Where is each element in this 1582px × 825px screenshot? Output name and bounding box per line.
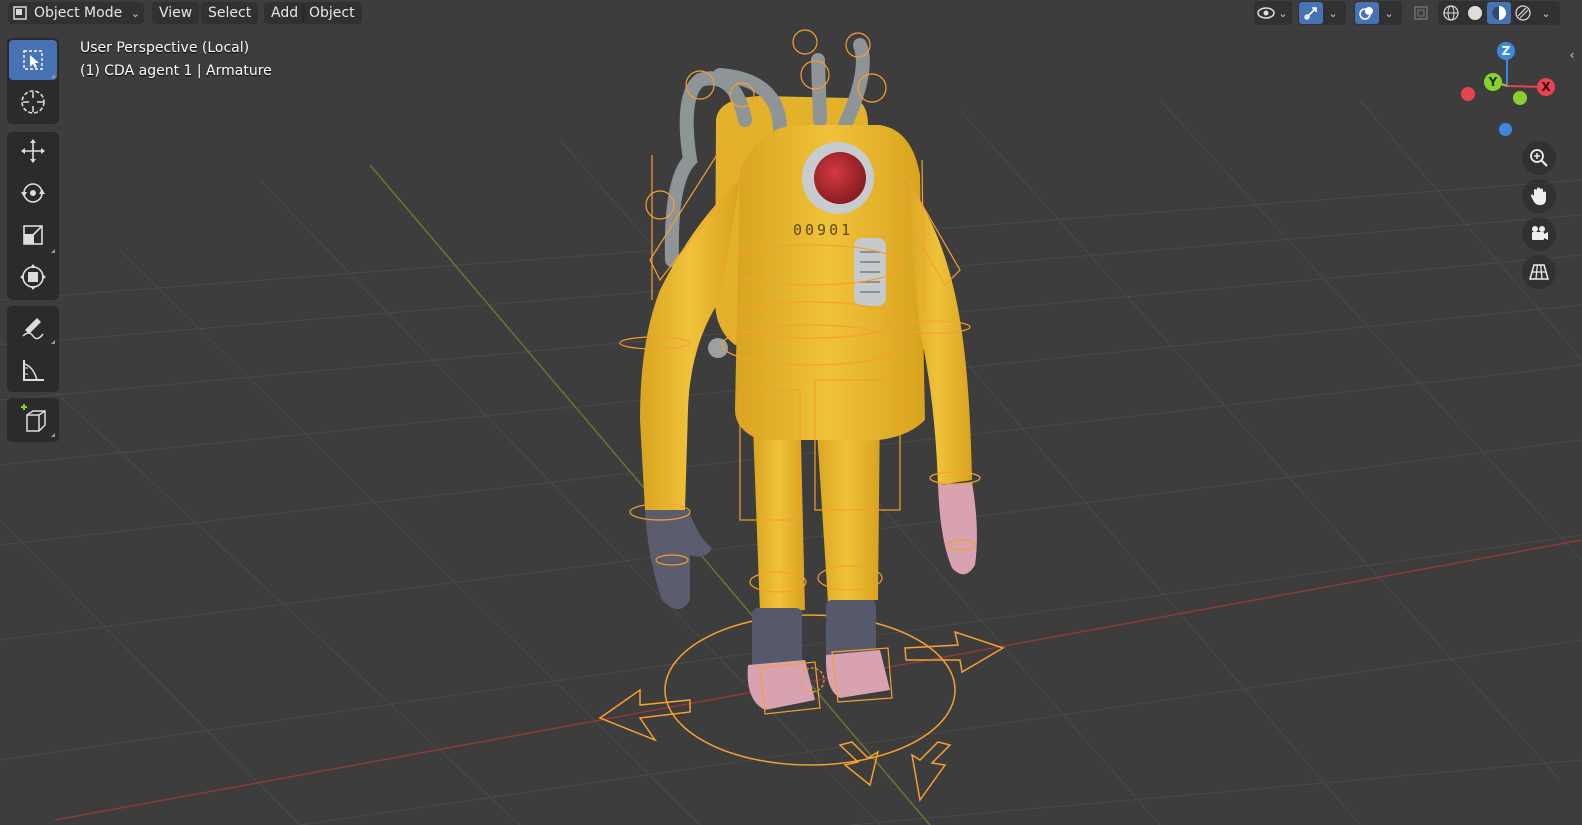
menu-select[interactable]: Select	[201, 2, 259, 24]
gizmo-x-axis[interactable]: X	[1537, 78, 1555, 96]
gizmo-toggle-icon[interactable]	[1299, 2, 1323, 24]
scale-tool[interactable]	[9, 215, 57, 255]
camera-icon	[1532, 226, 1548, 240]
x-axis-line	[54, 539, 1582, 821]
cursor-tool[interactable]	[9, 82, 57, 122]
object-mode-dropdown[interactable]: Object Mode ⌄	[8, 2, 144, 24]
solid-shading-icon[interactable]	[1464, 2, 1486, 24]
hand-icon	[1530, 187, 1546, 205]
chest-lens	[814, 152, 866, 204]
gizmo-z-axis[interactable]: Z	[1497, 42, 1515, 60]
add-cube-tool[interactable]	[9, 399, 57, 439]
right-hand	[938, 482, 977, 575]
tool-options-corner	[51, 249, 55, 253]
wireframe-shading-icon[interactable]	[1440, 2, 1462, 24]
right-foot	[825, 650, 890, 698]
move-tool[interactable]	[9, 131, 57, 171]
shading-chevron-icon[interactable]: ⌄	[1538, 2, 1554, 24]
chest-number: 00901	[793, 221, 853, 239]
side-valve	[708, 338, 728, 358]
camera-view-button[interactable]	[1522, 217, 1556, 251]
transform-tool[interactable]	[9, 257, 57, 297]
select-box-tool[interactable]	[9, 40, 57, 80]
left-foot	[747, 660, 815, 710]
cursor-icon	[21, 90, 45, 114]
gizmo-chevron-icon[interactable]: ⌄	[1326, 2, 1340, 24]
zoom-icon	[1530, 149, 1548, 167]
grid-perspective-icon	[1529, 264, 1549, 280]
tool-options-corner	[51, 340, 55, 344]
left-glove	[645, 510, 712, 609]
material-preview-icon[interactable]	[1487, 2, 1511, 24]
ruler-icon	[23, 360, 44, 381]
menu-object[interactable]: Object	[302, 2, 362, 24]
xray-toggle-icon[interactable]	[1410, 2, 1432, 24]
rotate-icon	[21, 183, 45, 203]
overlays-toggle-icon[interactable]	[1355, 2, 1379, 24]
rendered-shading-icon[interactable]	[1512, 2, 1534, 24]
scale-icon	[23, 225, 43, 245]
chevron-down-icon: ⌄	[130, 6, 140, 20]
rotate-tool[interactable]	[9, 173, 57, 213]
object-info-label: (1) CDA agent 1 | Armature	[80, 63, 272, 79]
measure-tool[interactable]	[9, 350, 57, 390]
pencil-icon	[22, 318, 44, 340]
view-name-label: User Perspective (Local)	[80, 40, 250, 56]
gizmo-neg-x-axis[interactable]	[1461, 87, 1475, 101]
tool-options-corner	[51, 433, 55, 437]
sidebar-toggle-icon[interactable]: ‹	[1564, 44, 1580, 66]
menu-view[interactable]: View	[152, 2, 200, 24]
overlays-chevron-icon[interactable]: ⌄	[1382, 2, 1396, 24]
transform-icon	[20, 264, 46, 290]
gizmo-y-axis[interactable]: Y	[1484, 73, 1502, 91]
gizmo-neg-z-axis[interactable]	[1499, 123, 1512, 136]
tool-options-corner	[51, 74, 55, 78]
menu-add[interactable]: Add	[264, 2, 306, 24]
pan-button[interactable]	[1522, 179, 1556, 213]
move-icon	[21, 139, 45, 163]
visibility-chevron-icon[interactable]: ⌄	[1276, 2, 1290, 24]
3d-viewport[interactable]: 00901 Object Mode ⌄ View Select Add Obje…	[0, 0, 1582, 825]
perspective-toggle-button[interactable]	[1522, 255, 1556, 289]
zoom-button[interactable]	[1522, 141, 1556, 175]
scene-canvas: 00901	[0, 29, 1582, 825]
mode-label: Object Mode	[34, 5, 123, 21]
add-cube-icon	[21, 404, 46, 432]
left-boot	[752, 608, 802, 668]
annotate-tool[interactable]	[9, 306, 57, 346]
gizmo-neg-y-axis[interactable]	[1513, 91, 1527, 105]
object-mode-icon	[13, 6, 27, 20]
select-box-icon	[23, 50, 43, 70]
eye-visibility-icon[interactable]	[1256, 2, 1276, 24]
viewport-header: Object Mode ⌄ View Select Add Object ⌄ ⌄…	[0, 0, 1582, 62]
